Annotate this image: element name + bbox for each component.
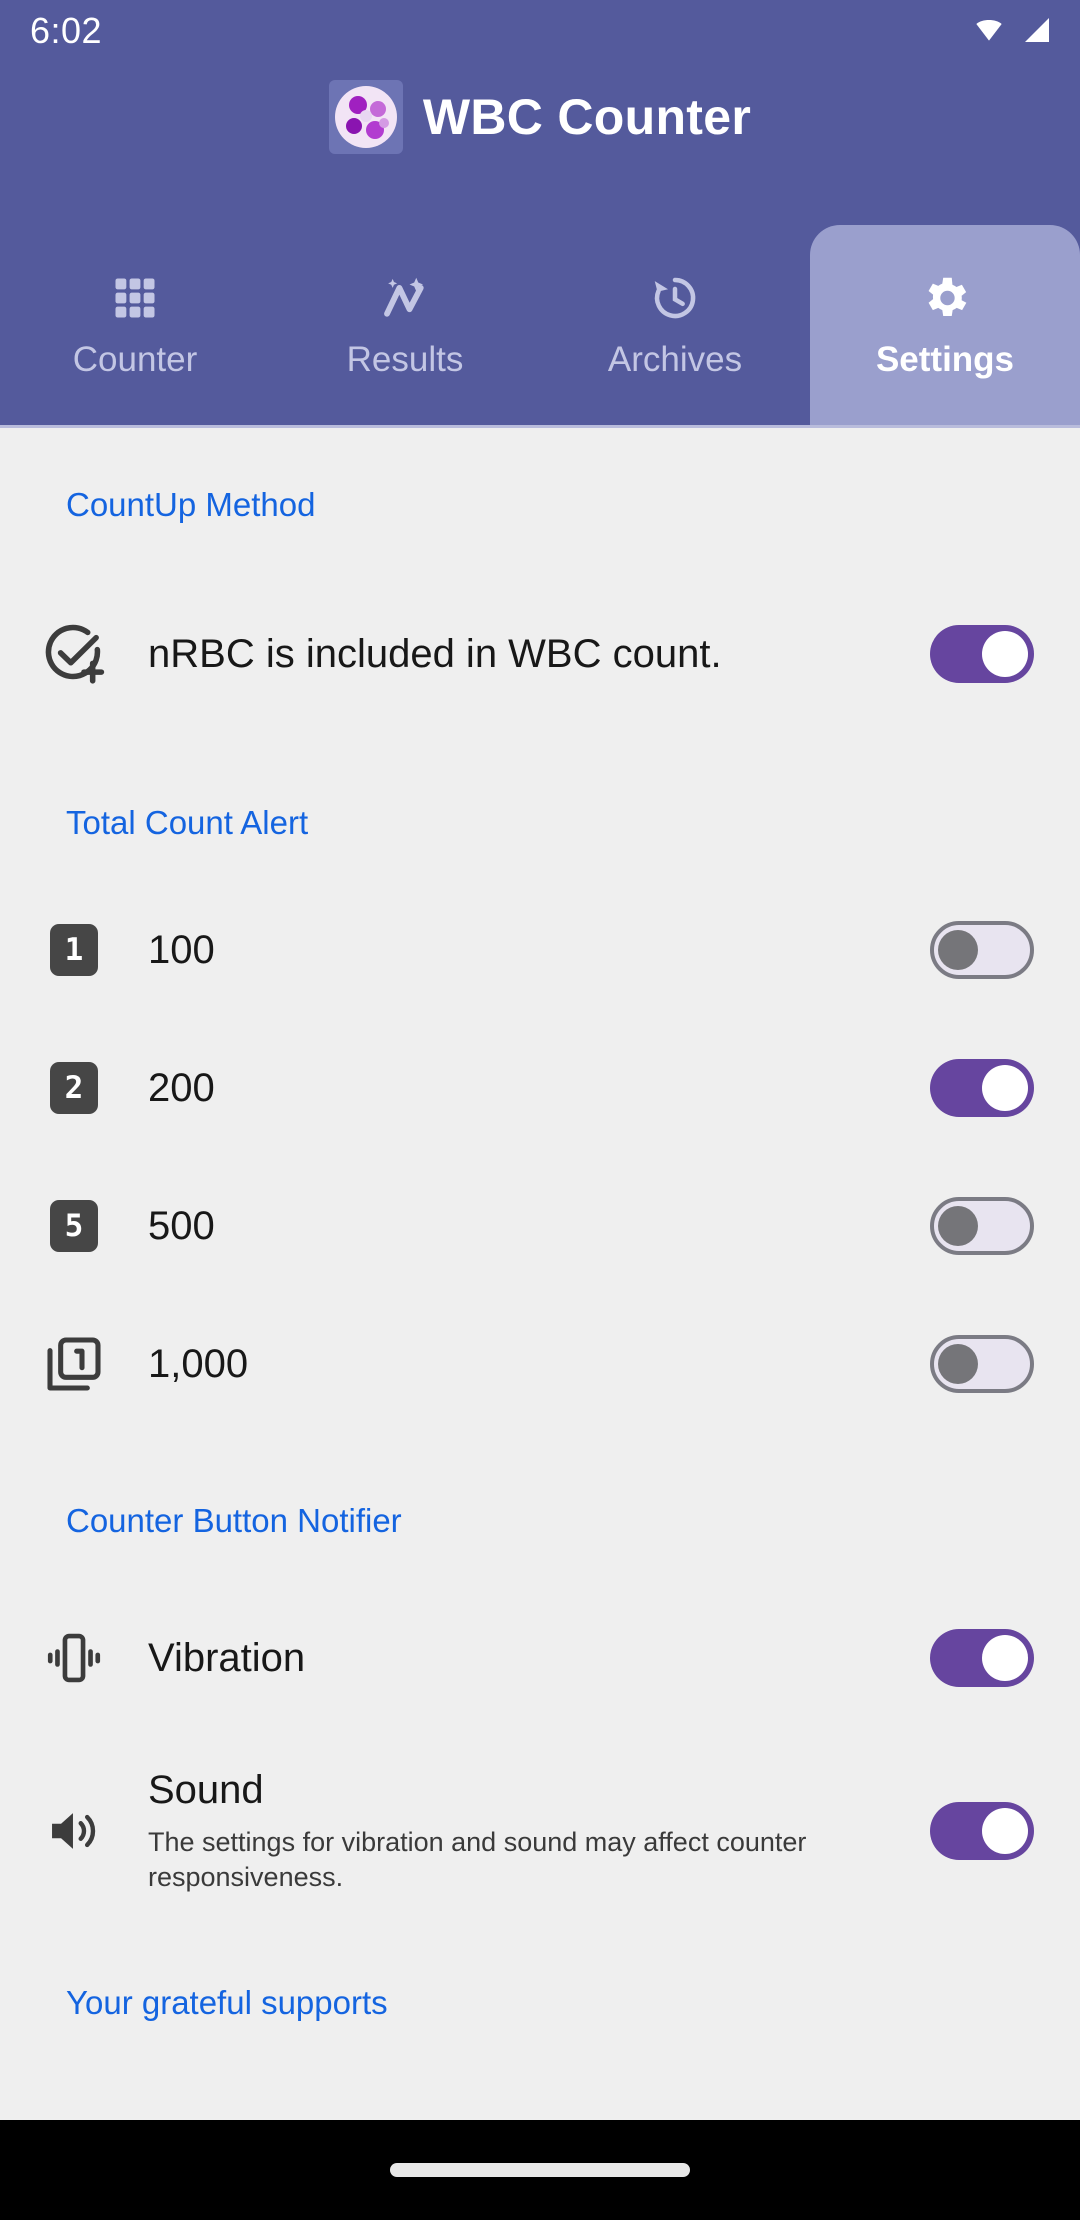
tab-archives[interactable]: Archives — [540, 225, 810, 425]
volume-up-icon — [0, 1800, 148, 1862]
toggle-knob — [938, 930, 978, 970]
setting-row-vibration[interactable]: Vibration — [0, 1598, 1080, 1718]
tab-counter[interactable]: Counter — [0, 225, 270, 425]
app-screen: 6:02 WBC Counter Counter Results Archive… — [0, 0, 1080, 2220]
setting-row-alert-100-title: 100 — [148, 927, 215, 972]
toggle-knob — [938, 1206, 978, 1246]
badge-1-icon: 1 — [0, 924, 148, 976]
setting-row-sound-subtitle: The settings for vibration and sound may… — [148, 1826, 807, 1893]
vibration-icon — [0, 1627, 148, 1689]
status-bar-clock: 6:02 — [30, 10, 103, 51]
setting-row-nrbc[interactable]: nRBC is included in WBC count. — [0, 594, 1080, 714]
filter-1-layer-icon — [0, 1332, 148, 1396]
setting-row-alert-500[interactable]: 5 500 — [0, 1166, 1080, 1286]
status-bar: 6:02 — [0, 0, 1080, 62]
badge-5-label: 5 — [50, 1200, 98, 1252]
cellular-signal-icon — [1020, 14, 1054, 46]
badge-5-icon: 5 — [0, 1200, 148, 1252]
tab-results-label: Results — [346, 340, 464, 379]
toggle-nrbc-included[interactable] — [930, 625, 1034, 683]
setting-row-sound[interactable]: Sound The settings for vibration and sou… — [0, 1766, 1080, 1896]
badge-1-label: 1 — [50, 924, 98, 976]
analytics-spark-icon — [378, 270, 432, 326]
tab-settings-label: Settings — [875, 340, 1015, 379]
wbc-cells-logo-icon — [328, 80, 403, 154]
toggle-sound[interactable] — [930, 1802, 1034, 1861]
badge-2-label: 2 — [50, 1062, 98, 1114]
tab-archives-label: Archives — [607, 340, 743, 379]
setting-row-alert-200-title: 200 — [148, 1065, 215, 1110]
history-clock-icon — [648, 270, 702, 326]
badge-2-icon: 2 — [0, 1062, 148, 1114]
setting-row-alert-1000-title: 1,000 — [148, 1341, 249, 1386]
toggle-knob — [982, 1808, 1028, 1855]
setting-row-vibration-text: Vibration — [148, 1634, 930, 1683]
tab-settings[interactable]: Settings — [810, 225, 1080, 425]
setting-row-alert-200[interactable]: 2 200 — [0, 1028, 1080, 1148]
setting-row-alert-1000[interactable]: 1,000 — [0, 1304, 1080, 1424]
toggle-alert-100[interactable] — [930, 921, 1034, 979]
app-title: WBC Counter — [422, 89, 752, 145]
app-header: 6:02 WBC Counter Counter Results Archive… — [0, 0, 1080, 425]
setting-row-vibration-title: Vibration — [148, 1635, 306, 1680]
toggle-knob — [982, 631, 1028, 677]
check-circle-plus-icon — [0, 619, 148, 689]
settings-content[interactable]: CountUp Method nRBC is included in WBC c… — [0, 428, 1080, 2120]
setting-row-sound-title: Sound — [148, 1768, 264, 1812]
toggle-alert-1000[interactable] — [930, 1335, 1034, 1393]
status-bar-icons — [970, 14, 1054, 46]
home-gesture-pill[interactable] — [390, 2163, 690, 2177]
toggle-knob — [982, 1065, 1028, 1111]
toggle-knob — [938, 1344, 978, 1384]
tab-results[interactable]: Results — [270, 225, 540, 425]
tab-counter-label: Counter — [72, 340, 198, 379]
grid-icon — [109, 270, 161, 326]
wifi-icon — [970, 14, 1008, 46]
setting-row-alert-500-text: 500 — [148, 1202, 930, 1251]
toggle-alert-500[interactable] — [930, 1197, 1034, 1255]
setting-row-alert-100-text: 100 — [148, 926, 930, 975]
setting-row-alert-500-title: 500 — [148, 1203, 215, 1248]
setting-row-nrbc-text: nRBC is included in WBC count. — [148, 630, 930, 679]
setting-row-sound-text: Sound The settings for vibration and sou… — [148, 1766, 930, 1896]
gear-icon — [918, 270, 972, 326]
setting-row-alert-200-text: 200 — [148, 1064, 930, 1113]
setting-row-nrbc-title: nRBC is included in WBC count. — [148, 631, 722, 676]
toggle-vibration[interactable] — [930, 1629, 1034, 1687]
toggle-knob — [982, 1635, 1028, 1681]
tab-bar: Counter Results Archives Settings — [0, 215, 1080, 425]
app-title-bar: WBC Counter — [0, 72, 1080, 162]
system-navigation-bar — [0, 2120, 1080, 2220]
section-title-your-grateful-supports: Your grateful supports — [66, 1984, 388, 2022]
setting-row-alert-1000-text: 1,000 — [148, 1340, 930, 1389]
section-title-countup-method: CountUp Method — [66, 486, 316, 523]
setting-row-alert-100[interactable]: 1 100 — [0, 890, 1080, 1010]
section-title-total-count-alert: Total Count Alert — [66, 804, 309, 841]
section-title-counter-button-notifier: Counter Button Notifier — [66, 1502, 402, 1539]
toggle-alert-200[interactable] — [930, 1059, 1034, 1117]
